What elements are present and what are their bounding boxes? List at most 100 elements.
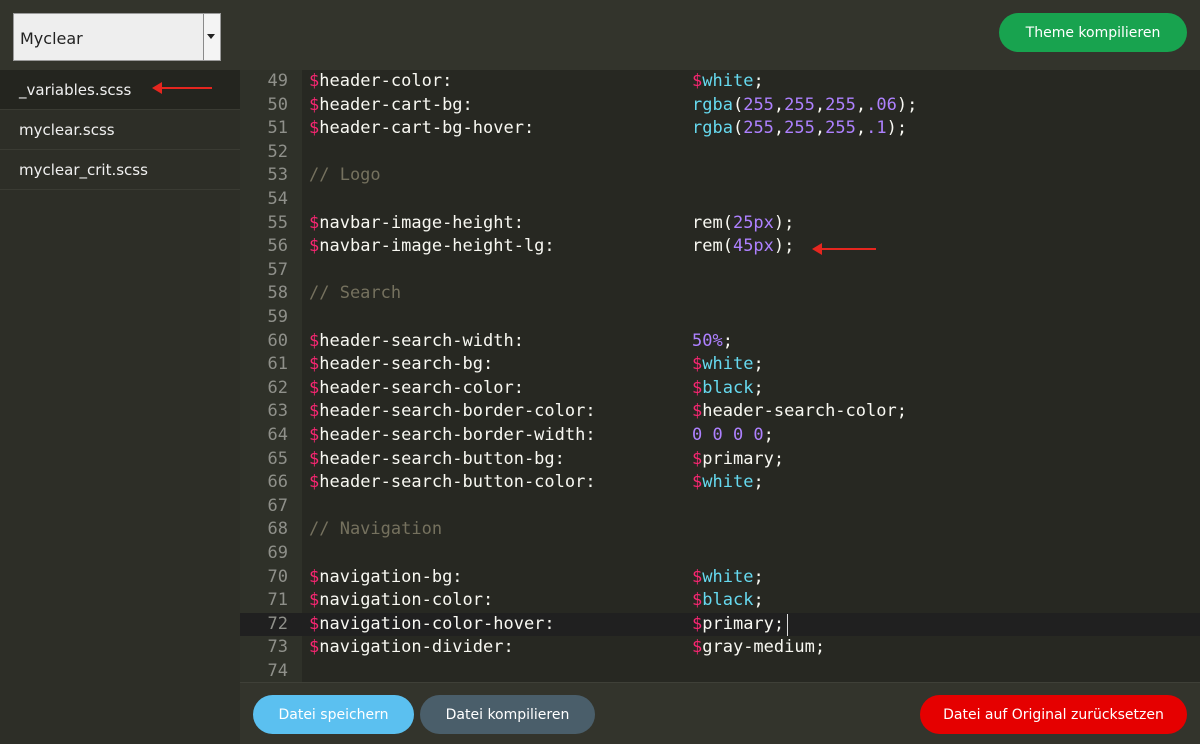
code-line[interactable]: 57 bbox=[240, 259, 1200, 283]
save-file-button[interactable]: Datei speichern bbox=[253, 695, 414, 734]
value-token: ; bbox=[753, 590, 764, 611]
variable-value: $primary; bbox=[692, 613, 784, 637]
variable-value: rem(25px); bbox=[692, 212, 794, 236]
value-token: , bbox=[814, 94, 826, 115]
code-line[interactable]: 59 bbox=[240, 306, 1200, 330]
code-line[interactable]: 63 $header-search-border-color: $header-se… bbox=[240, 400, 1200, 424]
code-line[interactable]: 50 $header-cart-bg: rgba(255,255,255,.06); bbox=[240, 94, 1200, 118]
top-toolbar: Myclear Theme kompilieren bbox=[0, 0, 1200, 71]
variable-value: $white; bbox=[692, 471, 764, 495]
variable-name-text: header-search-bg: bbox=[319, 354, 494, 375]
value-token: ); bbox=[773, 212, 795, 233]
value-token: 255 bbox=[743, 94, 774, 115]
code-line[interactable]: 72 $navigation-color-hover: $primary; bbox=[240, 612, 1200, 637]
variable-name: $navigation-bg: bbox=[309, 566, 463, 590]
code-line[interactable]: 71 $navigation-color: $black; bbox=[240, 589, 1200, 613]
code-editor[interactable]: 49 $header-color: $white; 50 $header-cart-bg… bbox=[240, 70, 1200, 682]
variable-name: $header-search-border-width: bbox=[309, 424, 596, 448]
theme-select[interactable]: Myclear bbox=[13, 13, 221, 61]
variable-name: $header-search-button-bg: bbox=[309, 448, 565, 472]
sidebar-item-myclear-crit-scss[interactable]: myclear_crit.scss bbox=[0, 150, 240, 190]
code-line[interactable]: 62 $header-search-color: $black; bbox=[240, 377, 1200, 401]
value-token: white bbox=[702, 354, 754, 375]
variable-value: $white; bbox=[692, 70, 764, 94]
code-line[interactable]: 53 // Logo bbox=[240, 164, 1200, 188]
value-token: white bbox=[702, 566, 754, 587]
variable-name-text: header-cart-bg: bbox=[319, 94, 473, 115]
variable-value: 0 0 0 0; bbox=[692, 424, 774, 448]
value-token: $ bbox=[692, 566, 703, 587]
code-line[interactable]: 52 bbox=[240, 141, 1200, 165]
code-line[interactable]: 73 $navigation-divider: $gray-medium; bbox=[240, 636, 1200, 660]
value-token: header-search-color; bbox=[702, 401, 907, 422]
chevron-down-icon[interactable] bbox=[203, 14, 220, 60]
line-number: 55 bbox=[267, 212, 288, 233]
code-line[interactable]: 66 $header-search-button-color: $white; bbox=[240, 471, 1200, 495]
value-token: ; bbox=[722, 330, 733, 351]
compile-theme-button[interactable]: Theme kompilieren bbox=[999, 13, 1187, 52]
code-line[interactable]: 65 $header-search-button-bg: $primary; bbox=[240, 448, 1200, 472]
code-line[interactable]: 54 bbox=[240, 188, 1200, 212]
text-cursor bbox=[787, 613, 788, 636]
value-token: black bbox=[702, 377, 754, 398]
code-line[interactable]: 74 bbox=[240, 660, 1200, 682]
value-token: 45px bbox=[732, 236, 774, 257]
code-line[interactable]: 49 $header-color: $white; bbox=[240, 70, 1200, 94]
variable-name: $header-search-width: bbox=[309, 330, 524, 354]
value-token: white bbox=[702, 71, 754, 91]
compile-file-button[interactable]: Datei kompilieren bbox=[420, 695, 595, 734]
variable-value: $black; bbox=[692, 589, 764, 613]
value-token: ( bbox=[732, 94, 744, 115]
reset-file-button[interactable]: Datei auf Original zurücksetzen bbox=[920, 695, 1187, 734]
line-number: 74 bbox=[267, 661, 288, 681]
variable-name-text: header-search-width: bbox=[319, 330, 524, 351]
line-number: 61 bbox=[267, 354, 288, 375]
value-token: rgba bbox=[692, 118, 733, 139]
code-comment: // Navigation bbox=[309, 519, 443, 540]
code-line[interactable]: 60 $header-search-width: 50%; bbox=[240, 330, 1200, 354]
variable-name-text: header-search-button-color: bbox=[319, 472, 596, 493]
code-line[interactable]: 68 // Navigation bbox=[240, 518, 1200, 542]
line-number: 56 bbox=[267, 236, 288, 257]
code-line[interactable]: 56 $navbar-image-height-lg: rem(45px); bbox=[240, 235, 1200, 259]
variable-sigil: $ bbox=[309, 590, 320, 611]
variable-name-text: header-search-border-color: bbox=[319, 401, 596, 422]
variable-sigil: $ bbox=[309, 236, 320, 257]
value-token: , bbox=[773, 94, 785, 115]
value-token: primary; bbox=[702, 448, 785, 469]
line-number: 70 bbox=[267, 566, 288, 587]
code-comment: // Search bbox=[309, 283, 402, 304]
value-token: 255 bbox=[825, 94, 856, 115]
sidebar-item-myclear-scss[interactable]: myclear.scss bbox=[0, 110, 240, 150]
value-token: 255 bbox=[784, 94, 815, 115]
annotation-arrow-icon bbox=[152, 82, 212, 94]
sidebar-item-label: myclear_crit.scss bbox=[19, 160, 148, 179]
value-token: 0 0 0 0 bbox=[692, 425, 764, 445]
code-line[interactable]: 61 $header-search-bg: $white; bbox=[240, 353, 1200, 377]
variable-name-text: header-color: bbox=[319, 71, 453, 91]
variable-sigil: $ bbox=[309, 472, 320, 493]
line-number: 65 bbox=[267, 448, 288, 469]
variable-name: $header-cart-bg: bbox=[309, 94, 473, 118]
value-token: ; bbox=[753, 472, 764, 493]
variable-name-text: navigation-bg: bbox=[319, 566, 463, 587]
code-comment: // Logo bbox=[309, 165, 381, 186]
value-token: white bbox=[702, 472, 754, 493]
variable-name-text: header-search-border-width: bbox=[319, 425, 596, 445]
code-line[interactable]: 55 $navbar-image-height: rem(25px); bbox=[240, 212, 1200, 236]
code-line[interactable]: 70 $navigation-bg: $white; bbox=[240, 566, 1200, 590]
value-token: 255 bbox=[784, 118, 815, 139]
variable-sigil: $ bbox=[309, 330, 320, 351]
line-number: 71 bbox=[267, 590, 288, 611]
value-token: $ bbox=[692, 448, 703, 469]
code-line[interactable]: 64 $header-search-border-width: 0 0 0 0; bbox=[240, 424, 1200, 448]
variable-sigil: $ bbox=[309, 401, 320, 422]
variable-sigil: $ bbox=[309, 212, 320, 233]
variable-name-text: navbar-image-height-lg: bbox=[319, 236, 555, 257]
sidebar-item-variables-scss[interactable]: _variables.scss bbox=[0, 70, 240, 110]
variable-name-text: navigation-color: bbox=[319, 590, 494, 611]
code-line[interactable]: 58 // Search bbox=[240, 282, 1200, 306]
code-line[interactable]: 69 bbox=[240, 542, 1200, 566]
code-line[interactable]: 51 $header-cart-bg-hover: rgba(255,255,255… bbox=[240, 117, 1200, 141]
code-line[interactable]: 67 bbox=[240, 495, 1200, 519]
